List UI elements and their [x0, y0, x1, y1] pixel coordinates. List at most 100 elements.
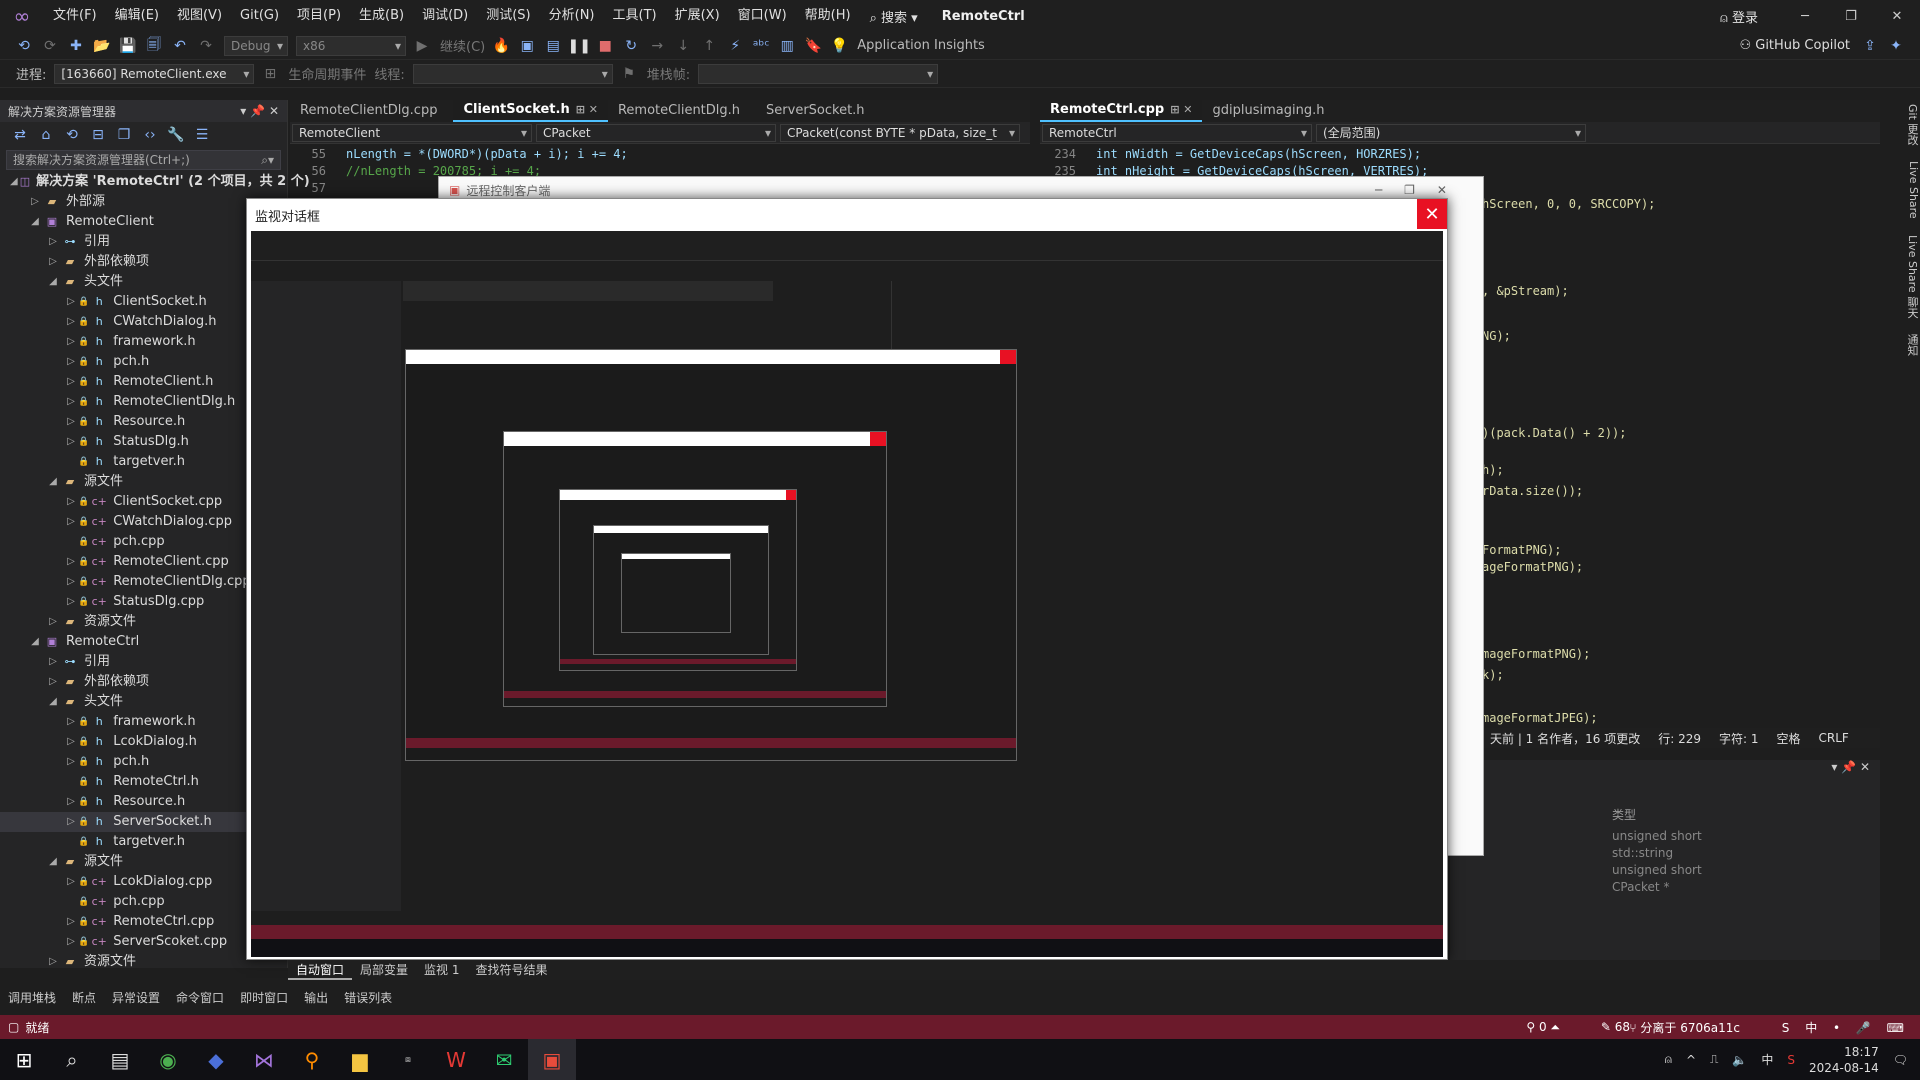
properties-icon[interactable]: 🔧 — [164, 125, 188, 145]
tree-item[interactable]: ▷ 🔒 h pch.h — [0, 752, 287, 772]
nav-dropdown[interactable]: RemoteClient — [292, 123, 532, 142]
side-tab[interactable]: Live Share 聊天 — [1894, 235, 1920, 318]
expander-icon[interactable]: ▷ — [46, 252, 60, 272]
flag-icon[interactable]: ⚑ — [617, 64, 641, 84]
error-count[interactable]: ⚲ 0 ⏶ — [1526, 1020, 1560, 1035]
expander-icon[interactable]: ▷ — [64, 352, 78, 372]
chrome-icon[interactable]: ◉ — [144, 1039, 192, 1080]
editor-tab[interactable]: ServerSocket.h — [756, 100, 881, 122]
expander-icon[interactable]: ▷ — [46, 952, 60, 972]
tree-item[interactable]: ◢ ▰ 源文件 — [0, 472, 287, 492]
expander-icon[interactable]: ▷ — [64, 912, 78, 932]
preview-icon[interactable]: ☰ — [190, 125, 214, 145]
ime-toolbar[interactable]: S 中 • 🎤 ⌨ — [1782, 1019, 1910, 1036]
expander-icon[interactable]: ◢ — [46, 272, 60, 292]
solution-search-input[interactable]: 搜索解决方案资源管理器(Ctrl+;) ⌕▾ — [6, 150, 281, 170]
tree-item[interactable]: ▷ ⊶ 引用 — [0, 652, 287, 672]
remote-client-task-icon[interactable]: ▣ — [528, 1039, 576, 1080]
tree-item[interactable]: ▷ 🔒 h RemoteClientDlg.h — [0, 392, 287, 412]
back-icon[interactable]: ⟲ — [12, 36, 36, 56]
network-icon[interactable]: ⎍ — [1710, 1052, 1718, 1067]
tree-item[interactable]: ◢ ▰ 头文件 — [0, 692, 287, 712]
client-window-controls[interactable]: ─❐✕ — [1375, 183, 1469, 197]
menu-item[interactable]: 测试(S) — [477, 0, 539, 32]
nav-dropdown[interactable]: CPacket — [536, 123, 776, 142]
config-select[interactable]: Debug — [224, 35, 288, 56]
expander-icon[interactable]: ▷ — [64, 592, 78, 612]
nav-dropdown[interactable]: (全局范围) — [1316, 123, 1586, 142]
expander-icon[interactable]: ▷ — [46, 652, 60, 672]
search-box[interactable]: ⌕ 搜索 ▾ — [860, 7, 928, 26]
debug-tab[interactable]: 调用堆栈 — [0, 988, 64, 1008]
pin-icon[interactable]: 📌 — [250, 104, 265, 118]
tree-item[interactable]: ▷ 🔒 c+ StatusDlg.cpp — [0, 592, 287, 612]
tree-item[interactable]: ▷ 🔒 c+ ServerScoket.cpp — [0, 932, 287, 952]
debug-tab[interactable]: 局部变量 — [352, 960, 416, 980]
step-over-icon[interactable]: ↓ — [671, 36, 695, 56]
wechat-icon[interactable]: ✉ — [480, 1039, 528, 1080]
sogou-icon[interactable]: S — [1787, 1053, 1795, 1067]
tree-item[interactable]: ▷ 🔒 h RemoteClient.h — [0, 372, 287, 392]
tray-overflow-icon[interactable]: ^ — [1686, 1053, 1696, 1067]
watch-dialog-close-icon[interactable]: ✕ — [1417, 199, 1447, 229]
hot-reload-icon[interactable]: 🔥 — [489, 36, 513, 56]
menu-item[interactable]: 扩展(X) — [666, 0, 729, 32]
changes-count[interactable]: ✎ 68 — [1601, 1020, 1630, 1034]
visual-studio-icon[interactable]: ⋈ — [240, 1039, 288, 1080]
nav-dropdown[interactable]: CPacket(const BYTE * pData, size_t — [780, 123, 1020, 142]
expander-icon[interactable]: ▷ — [64, 392, 78, 412]
debug-tab[interactable]: 断点 — [64, 988, 104, 1008]
spellcheck-icon[interactable]: ᵃᵇᶜ — [749, 36, 773, 56]
app-icon-blue[interactable]: ◆ — [192, 1039, 240, 1080]
expander-icon[interactable]: ▷ — [64, 512, 78, 532]
side-tab[interactable]: Git 更改 — [1894, 104, 1920, 145]
expander-icon[interactable]: ▷ — [64, 432, 78, 452]
tree-item[interactable]: ▷ ▰ 外部依赖项 — [0, 252, 287, 272]
debug-tab[interactable]: 异常设置 — [104, 988, 168, 1008]
tree-item[interactable]: ▷ 🔒 h pch.h — [0, 352, 287, 372]
start-icon[interactable]: ⊞ — [0, 1039, 48, 1080]
save-all-icon[interactable]: 🗐 — [142, 36, 166, 56]
process-select[interactable]: [163660] RemoteClient.exe — [54, 63, 255, 84]
close-icon[interactable]: ✕ — [1874, 0, 1920, 32]
pause-icon[interactable]: ❚❚ — [567, 36, 591, 56]
tree-item[interactable]: ▷ 🔒 h Resource.h — [0, 412, 287, 432]
side-tab[interactable]: Live Share — [1894, 161, 1920, 219]
tree-item[interactable]: ▷ 🔒 h StatusDlg.h — [0, 432, 287, 452]
tree-item[interactable]: ▷ ▰ 外部源 — [0, 192, 287, 212]
line-ending-status[interactable]: CRLF — [1819, 731, 1849, 745]
fiddler-icon[interactable]: ⧈ — [384, 1039, 432, 1080]
expander-icon[interactable]: ▷ — [64, 732, 78, 752]
redo-icon[interactable]: ↷ — [194, 36, 218, 56]
expander-icon[interactable]: ◢ — [46, 692, 60, 712]
continue-button[interactable]: 继续(C) — [440, 36, 485, 55]
expander-icon[interactable]: ◢ — [46, 472, 60, 492]
menu-item[interactable]: 生成(B) — [350, 0, 413, 32]
lifecycle-icon[interactable]: ⊞ — [258, 64, 282, 84]
editor-tab[interactable]: RemoteClientDlg.cpp — [290, 100, 453, 122]
browse-icon[interactable]: ▣ — [515, 36, 539, 56]
editor-tab[interactable]: ClientSocket.h ⊞ ✕ — [453, 100, 608, 122]
menu-item[interactable]: 编辑(E) — [106, 0, 168, 32]
app-insights-button[interactable]: Application Insights — [857, 38, 985, 53]
expander-icon[interactable]: ▷ — [64, 792, 78, 812]
expander-icon[interactable]: ◢ — [28, 212, 42, 232]
tree-item[interactable]: ▷ 🔒 h framework.h — [0, 712, 287, 732]
task-view-icon[interactable]: ▤ — [96, 1039, 144, 1080]
close-panel-icon[interactable]: ✕ — [269, 104, 279, 118]
comment-icon[interactable]: ▥ — [775, 36, 799, 56]
debug-tab[interactable]: 输出 — [296, 988, 336, 1008]
expander-icon[interactable]: ▷ — [64, 332, 78, 352]
tab-close-icon[interactable]: ⊞ ✕ — [1170, 99, 1192, 121]
volume-icon[interactable]: 🔈 — [1732, 1053, 1747, 1067]
menu-item[interactable]: 项目(P) — [288, 0, 350, 32]
minimize-icon[interactable]: ─ — [1782, 0, 1828, 32]
expander-icon[interactable]: ▷ — [64, 752, 78, 772]
layout-icon[interactable]: ▤ — [541, 36, 565, 56]
tree-item[interactable]: ▷ ▰ 外部依赖项 — [0, 672, 287, 692]
tree-item[interactable]: ▷ 🔒 c+ CWatchDialog.cpp — [0, 512, 287, 532]
expander-icon[interactable]: ▷ — [64, 412, 78, 432]
diagnostic-icon[interactable]: ⚡ — [723, 36, 747, 56]
menu-item[interactable]: 文件(F) — [44, 0, 106, 32]
expander-icon[interactable]: ▷ — [28, 192, 42, 212]
